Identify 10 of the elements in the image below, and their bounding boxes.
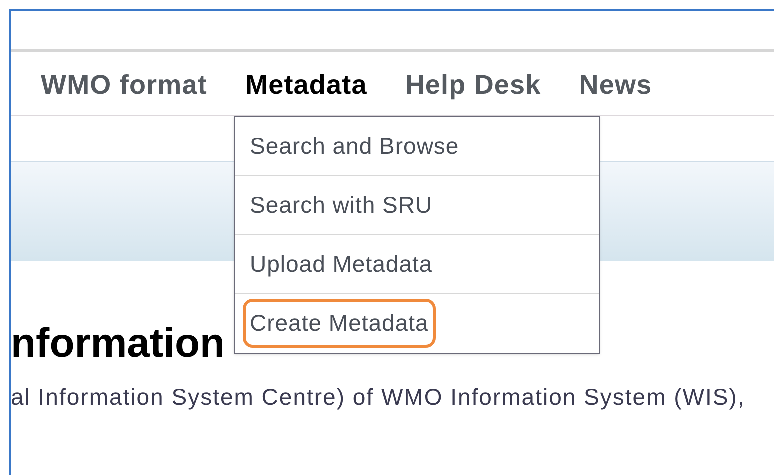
menu-item[interactable]: Search with SRU xyxy=(243,180,440,230)
menu-item[interactable]: Create Metadata xyxy=(243,299,436,348)
nav-link[interactable]: News xyxy=(579,65,652,106)
menu-item[interactable]: Search and Browse xyxy=(243,122,466,170)
nav-link[interactable]: Metadata xyxy=(245,65,368,106)
nav-link[interactable]: Help Desk xyxy=(405,65,542,106)
menu-item[interactable]: Upload Metadata xyxy=(243,240,440,288)
nav-link[interactable]: WMO format xyxy=(41,65,208,106)
intro-text: al Information System Centre) of WMO Information System (WIS), xyxy=(11,383,746,412)
page-heading: nformation xyxy=(11,323,226,364)
